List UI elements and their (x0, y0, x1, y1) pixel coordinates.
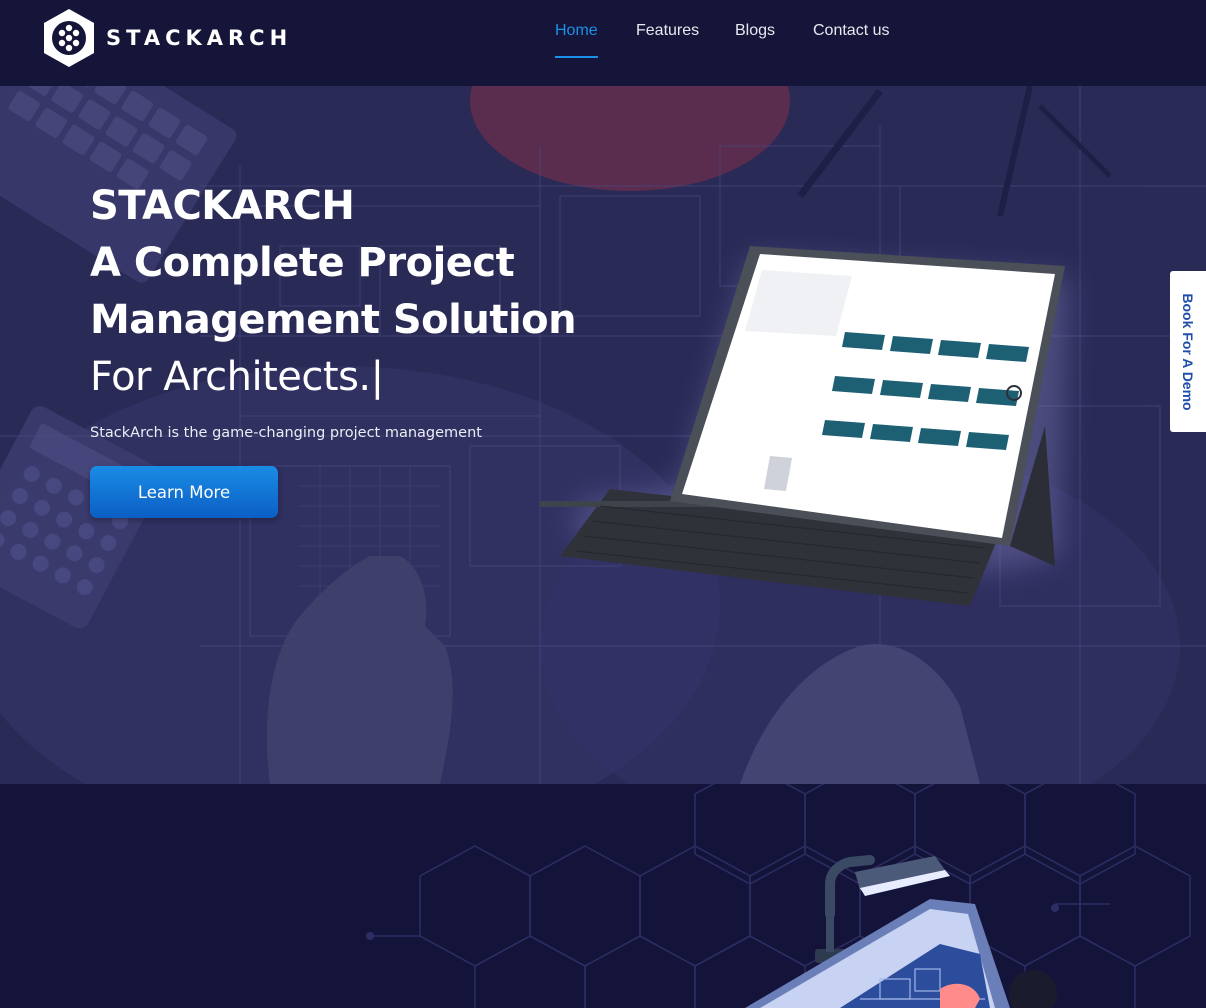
book-demo-tab[interactable]: Book For A Demo (1170, 271, 1206, 432)
brand-name: STACKARCH (106, 26, 293, 50)
typing-cursor: | (370, 354, 384, 400)
hero-title-line-4-text: For Architects. (90, 354, 371, 400)
stackarch-logo-icon (44, 9, 94, 67)
hero-headline: STACKARCH A Complete Project Management … (90, 178, 610, 406)
nav-blogs[interactable]: Blogs (735, 22, 775, 40)
tablet-illustration (540, 246, 1070, 606)
nav-contact-us[interactable]: Contact us (813, 22, 889, 40)
nav-active-indicator (555, 56, 598, 58)
nav-home[interactable]: Home (555, 22, 598, 40)
top-navbar: STACKARCH Home Features Blogs Contact us (0, 0, 1206, 86)
architect-illustration (745, 855, 1057, 1008)
hero-title-line-4: For Architects.| (90, 349, 610, 406)
hero-title-line-3: Management Solution (90, 297, 577, 343)
brand-logo[interactable]: STACKARCH (40, 7, 292, 69)
nav-features[interactable]: Features (636, 22, 699, 40)
hero-title-line-2: A Complete Project (90, 240, 515, 286)
hero-section: STACKARCH A Complete Project Management … (0, 86, 1206, 784)
hero-title-line-1: STACKARCH (90, 183, 355, 229)
book-demo-label: Book For A Demo (1180, 292, 1196, 411)
learn-more-button[interactable]: Learn More (90, 466, 278, 518)
features-section (0, 784, 1206, 1008)
hero-subtitle: StackArch is the game-changing project m… (90, 425, 482, 441)
